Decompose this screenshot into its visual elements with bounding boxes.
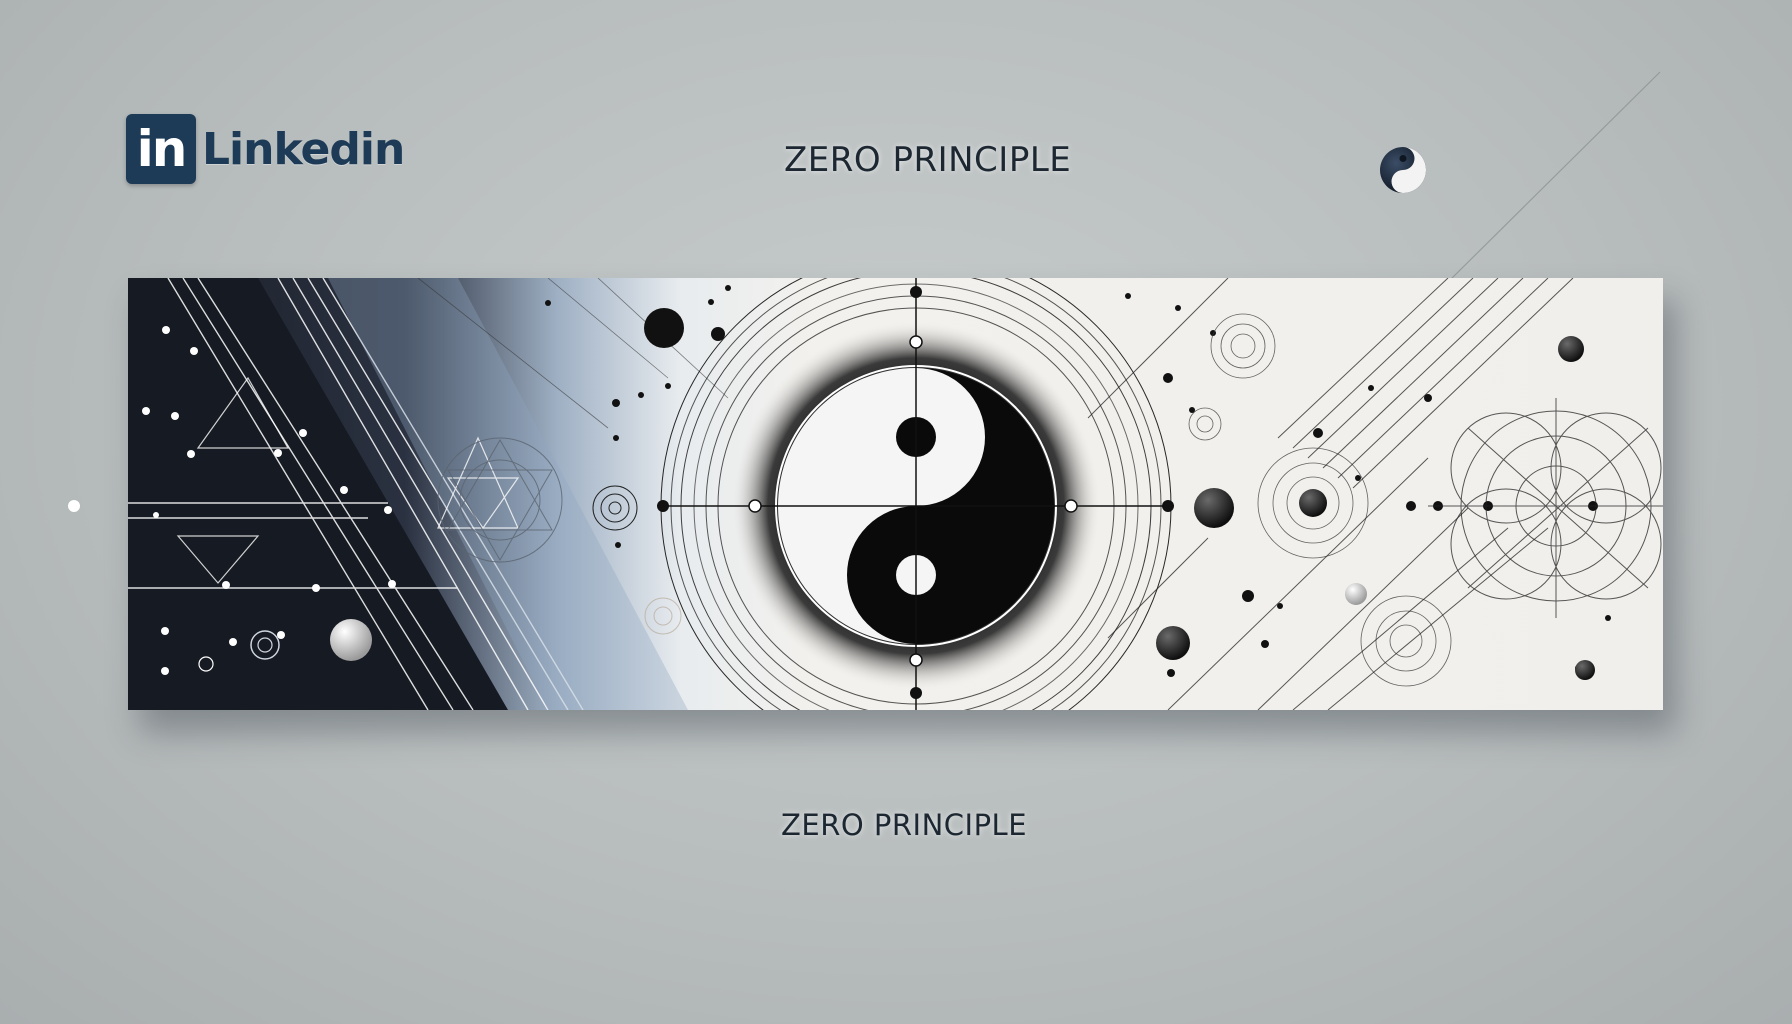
yin-yang-icon: [1380, 147, 1426, 193]
linkedin-badge: in: [126, 114, 196, 184]
banner-caption: ZERO PRINCIPLE: [781, 808, 1028, 842]
page-title: ZERO PRINCIPLE: [784, 140, 1072, 180]
banner-illustration: [128, 278, 1663, 710]
decorative-dot: [68, 500, 80, 512]
linkedin-logo[interactable]: in Linkedin: [126, 114, 405, 184]
banner-artwork: [128, 278, 1663, 710]
linkedin-wordmark: Linkedin: [202, 123, 405, 175]
page: in Linkedin ZERO PRINCIPLE ZERO PRINCIPL…: [0, 0, 1792, 1024]
